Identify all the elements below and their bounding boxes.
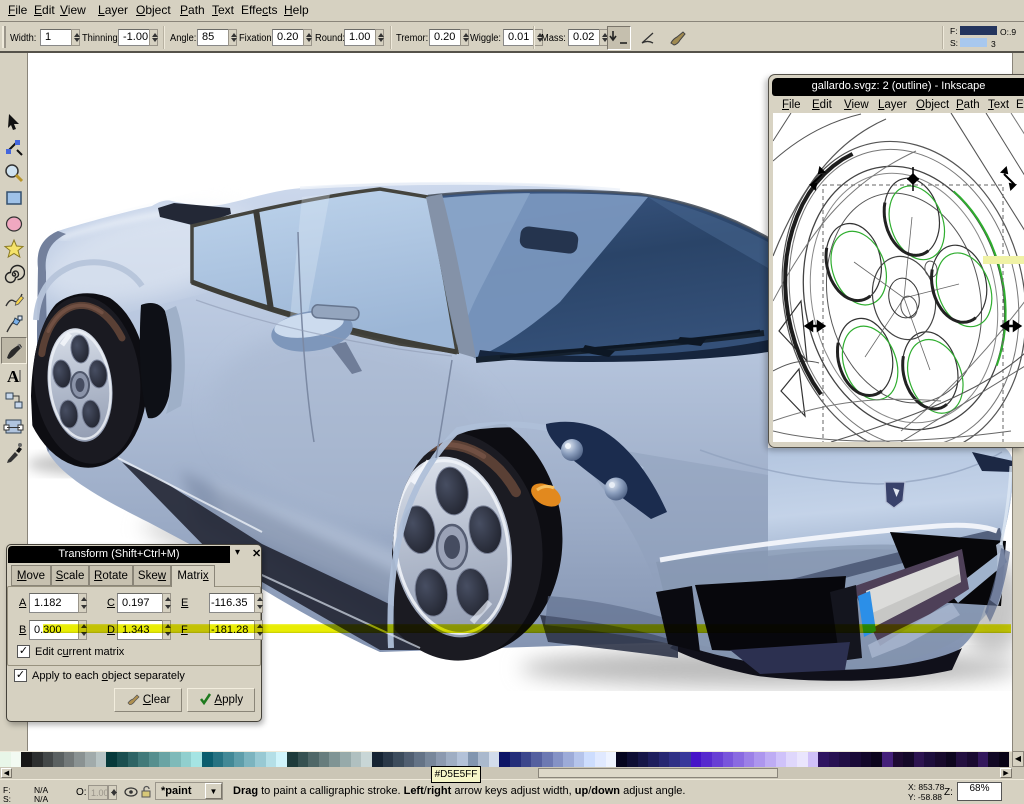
svg-text:A: A [7, 367, 20, 386]
